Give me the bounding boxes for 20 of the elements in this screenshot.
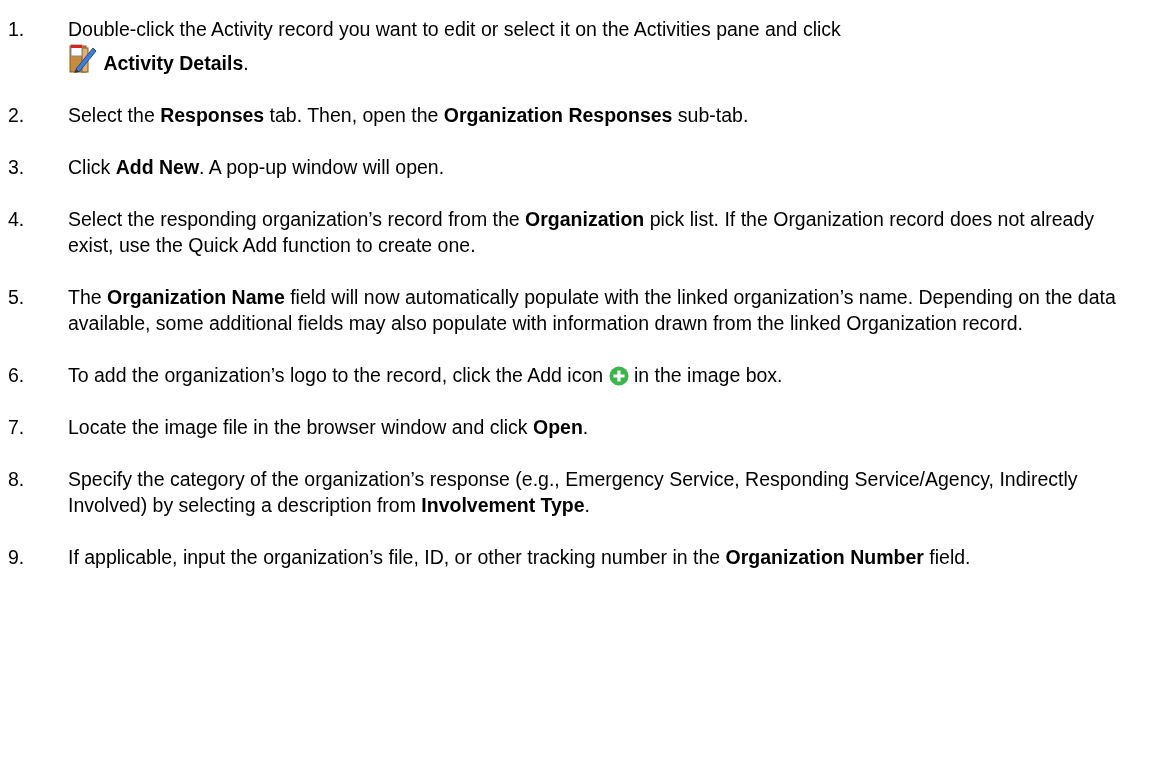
step-text: Click Add New. A pop-up window will open. bbox=[68, 155, 446, 180]
step-number: 8. bbox=[8, 467, 26, 492]
step-number: 3. bbox=[8, 155, 26, 180]
step-number: 5. bbox=[8, 285, 26, 310]
step-text: The Organization Name field will now automatically populate with the linked organization’s name. Depending on the data available, some additional fields may also populate with information drawn from the linked Organization record. bbox=[68, 285, 1117, 336]
step-number: 4. bbox=[8, 207, 26, 232]
add-icon bbox=[608, 366, 629, 386]
step-text: Double-click the Activity record you want to edit or select it on the Activities pane and click Activity Details. bbox=[68, 17, 842, 76]
step-text: Specify the category of the organization’s response (e.g., Emergency Service, Responding Service/Agency, Indirectly Involved) by selecting a description from Involvement Type. bbox=[68, 467, 1079, 518]
step-number: 6. bbox=[8, 363, 26, 388]
step-text: Locate the image file in the browser window and click Open. bbox=[68, 415, 590, 440]
step-text: Select the responding organization’s record from the Organization pick list. If the Organization record does not already exist, use the Quick Add function to create one. bbox=[68, 207, 1096, 258]
step-number: 9. bbox=[8, 545, 26, 570]
step-number: 1. bbox=[8, 17, 26, 42]
step-text: If applicable, input the organization’s file, ID, or other tracking number in the Organization Number field. bbox=[68, 545, 972, 570]
step-text: To add the organization’s logo to the record, click the Add icon in the image box. bbox=[68, 363, 784, 388]
step-number: 7. bbox=[8, 415, 26, 440]
calendar-pencil-icon bbox=[68, 42, 98, 74]
step-text: Select the Responses tab. Then, open the Organization Responses sub-tab. bbox=[68, 103, 750, 128]
step-number: 2. bbox=[8, 103, 26, 128]
